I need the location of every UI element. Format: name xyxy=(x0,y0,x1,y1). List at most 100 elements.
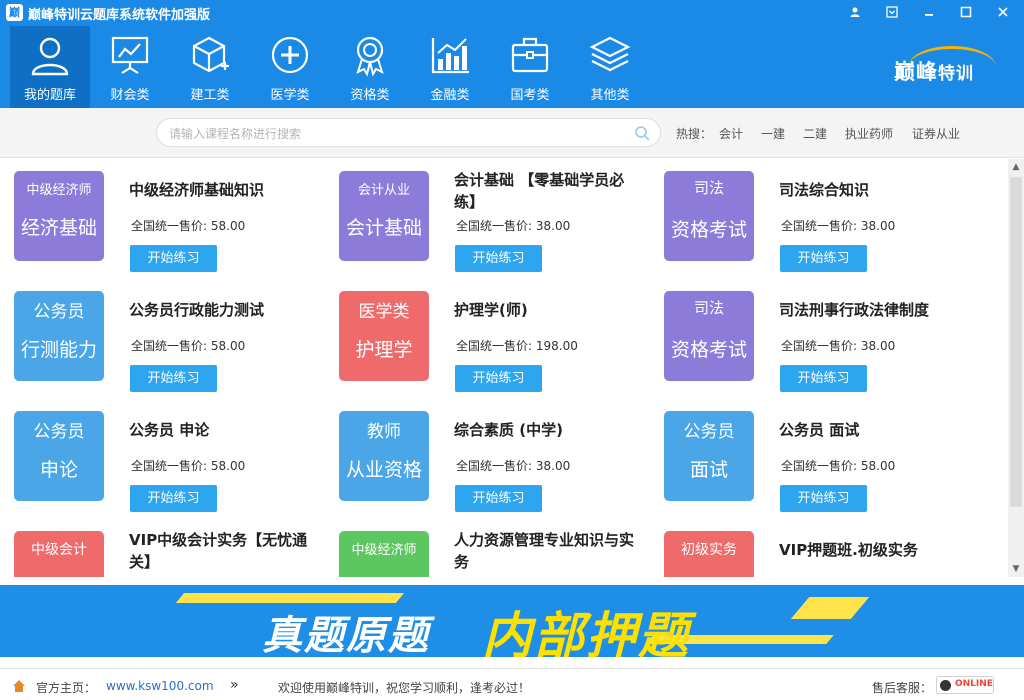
nav-label: 其他类 xyxy=(590,88,630,103)
promo-banner[interactable]: 真题原题 内部押题 xyxy=(0,585,1024,657)
start-practice-button[interactable]: 开始练习 xyxy=(780,245,867,272)
window-controls xyxy=(834,3,1014,23)
thumbnail-subject: 从业资格 xyxy=(345,459,422,481)
minimize-icon[interactable] xyxy=(918,5,940,25)
user-icon xyxy=(31,37,69,76)
course-thumbnail[interactable]: 初级实务 xyxy=(664,531,754,577)
course-card: 医学类 护理学 护理学(师) 全国统一售价: 198.00 开始练习 xyxy=(325,279,645,392)
course-title[interactable]: 人力资源管理专业知识与实务 xyxy=(454,529,644,573)
course-title[interactable]: VIP押题班.初级实务 xyxy=(779,539,969,561)
homepage-link[interactable]: www.ksw100.com xyxy=(106,679,214,693)
bar-chart-icon xyxy=(431,38,469,74)
course-thumbnail[interactable]: 中级会计 xyxy=(14,531,104,577)
hot-search-term[interactable]: 一建 xyxy=(761,125,785,142)
category-nav: 我的题库 财会类 建工类 医学类 资格类 金融类 国考类 其他类 巅峰特训 xyxy=(0,26,1024,108)
start-practice-button[interactable]: 开始练习 xyxy=(780,485,867,512)
maximize-icon[interactable] xyxy=(955,5,977,25)
thumbnail-category: 司法 xyxy=(693,299,724,317)
hot-search-term[interactable]: 二建 xyxy=(803,125,827,142)
scroll-down-icon[interactable]: ▼ xyxy=(1008,561,1024,577)
nav-label: 医学类 xyxy=(270,88,310,103)
qq-online-button[interactable]: ONLINE xyxy=(936,676,994,694)
course-thumbnail[interactable]: 中级经济师 xyxy=(339,531,429,577)
nav-item-finance[interactable]: 金融类 xyxy=(410,26,490,108)
banner-text-highlight: 内部押题 xyxy=(482,607,690,657)
start-practice-button[interactable]: 开始练习 xyxy=(455,245,542,272)
thumbnail-subject: 面试 xyxy=(689,459,728,481)
course-card: 公务员 申论 公务员 申论 全国统一售价: 58.00 开始练习 xyxy=(0,399,320,512)
start-practice-button[interactable]: 开始练习 xyxy=(130,245,217,272)
nav-item-medical[interactable]: 医学类 xyxy=(250,26,330,108)
start-practice-button[interactable]: 开始练习 xyxy=(130,485,217,512)
thumbnail-category: 司法 xyxy=(693,179,724,197)
start-practice-button[interactable]: 开始练习 xyxy=(455,365,542,392)
start-practice-button[interactable]: 开始练习 xyxy=(455,485,542,512)
settings-icon[interactable] xyxy=(881,5,903,25)
start-practice-button[interactable]: 开始练习 xyxy=(780,365,867,392)
hot-search-term[interactable]: 证券从业 xyxy=(912,125,960,142)
nav-item-qualification[interactable]: 资格类 xyxy=(330,26,410,108)
course-thumbnail[interactable]: 中级经济师 经济基础 xyxy=(14,171,104,261)
course-title[interactable]: 综合素质 (中学) xyxy=(454,419,644,441)
course-price: 全国统一售价: 38.00 xyxy=(781,339,896,353)
scroll-up-icon[interactable]: ▲ xyxy=(1008,159,1024,175)
course-card: 会计从业 会计基础 会计基础 【零基础学员必练】 全国统一售价: 38.00 开… xyxy=(325,159,645,272)
close-icon[interactable] xyxy=(992,5,1014,25)
nav-label: 国考类 xyxy=(510,88,550,103)
thumbnail-category: 医学类 xyxy=(358,302,410,322)
app-icon: 巅 xyxy=(6,4,23,21)
course-thumbnail[interactable]: 公务员 行测能力 xyxy=(14,291,104,381)
nav-label: 财会类 xyxy=(110,88,150,103)
hot-search-term[interactable]: 执业药师 xyxy=(845,125,893,142)
course-title[interactable]: VIP中级会计实务【无忧通关】 xyxy=(129,529,319,573)
hot-search-term[interactable]: 会计 xyxy=(719,125,743,142)
thumbnail-category: 会计从业 xyxy=(357,183,410,198)
layers-icon xyxy=(589,36,631,72)
course-thumbnail[interactable]: 司法 资格考试 xyxy=(664,171,754,261)
thumbnail-category: 公务员 xyxy=(683,422,735,442)
search-icon[interactable] xyxy=(634,125,650,141)
course-title[interactable]: 公务员行政能力测试 xyxy=(129,299,319,321)
course-card: 初级实务 VIP押题班.初级实务 xyxy=(650,519,970,577)
title-bar: 巅 巅峰特训云题库系统软件加强版 xyxy=(0,0,1024,26)
qq-penguin-icon xyxy=(940,680,951,691)
course-title[interactable]: 中级经济师基础知识 xyxy=(129,179,319,201)
vertical-scrollbar[interactable]: ▲ ▼ xyxy=(1008,159,1024,577)
course-thumbnail[interactable]: 会计从业 会计基础 xyxy=(339,171,429,261)
course-title[interactable]: 司法综合知识 xyxy=(779,179,969,201)
course-price: 全国统一售价: 38.00 xyxy=(456,459,571,473)
nav-item-civil-service[interactable]: 国考类 xyxy=(490,26,570,108)
qq-status: ONLINE xyxy=(955,679,993,689)
course-thumbnail[interactable]: 医学类 护理学 xyxy=(339,291,429,381)
nav-item-construction[interactable]: 建工类 xyxy=(170,26,250,108)
course-card: 中级会计 VIP中级会计实务【无忧通关】 xyxy=(0,519,320,577)
course-title[interactable]: 护理学(师) xyxy=(454,299,644,321)
course-title[interactable]: 公务员 申论 xyxy=(129,419,319,441)
course-title[interactable]: 会计基础 【零基础学员必练】 xyxy=(454,169,644,213)
scrollbar-thumb[interactable] xyxy=(1010,177,1022,507)
user-icon[interactable] xyxy=(844,5,866,25)
course-thumbnail[interactable]: 教师 从业资格 xyxy=(339,411,429,501)
marquee-chevron-icon: » xyxy=(230,677,239,693)
thumbnail-subject: 资格考试 xyxy=(670,219,747,241)
thumbnail-subject: 会计基础 xyxy=(345,217,422,239)
nav-item-my-library[interactable]: 我的题库 xyxy=(10,26,90,108)
course-thumbnail[interactable]: 公务员 申论 xyxy=(14,411,104,501)
course-price: 全国统一售价: 38.00 xyxy=(781,219,896,233)
window-title: 巅峰特训云题库系统软件加强版 xyxy=(28,8,211,23)
course-title[interactable]: 司法刑事行政法律制度 xyxy=(779,299,969,321)
nav-item-finance-accounting[interactable]: 财会类 xyxy=(90,26,170,108)
start-practice-button[interactable]: 开始练习 xyxy=(130,365,217,392)
course-card: 公务员 行测能力 公务员行政能力测试 全国统一售价: 58.00 开始练习 xyxy=(0,279,320,392)
status-bar: 官方主页： www.ksw100.com » 欢迎使用巅峰特训，祝您学习顺利，逢… xyxy=(0,668,1024,700)
search-input[interactable]: 请输入课程名称进行搜索 xyxy=(156,118,661,147)
course-thumbnail[interactable]: 公务员 面试 xyxy=(664,411,754,501)
customer-service-label: 售后客服： xyxy=(872,681,933,695)
thumbnail-subject: 申论 xyxy=(39,459,78,481)
course-thumbnail[interactable]: 司法 资格考试 xyxy=(664,291,754,381)
nav-item-others[interactable]: 其他类 xyxy=(570,26,650,108)
course-title[interactable]: 公务员 面试 xyxy=(779,419,969,441)
brand-text: 巅峰特训 xyxy=(894,56,974,86)
course-price: 全国统一售价: 198.00 xyxy=(456,339,578,353)
brand-sub: 特训 xyxy=(938,64,974,84)
